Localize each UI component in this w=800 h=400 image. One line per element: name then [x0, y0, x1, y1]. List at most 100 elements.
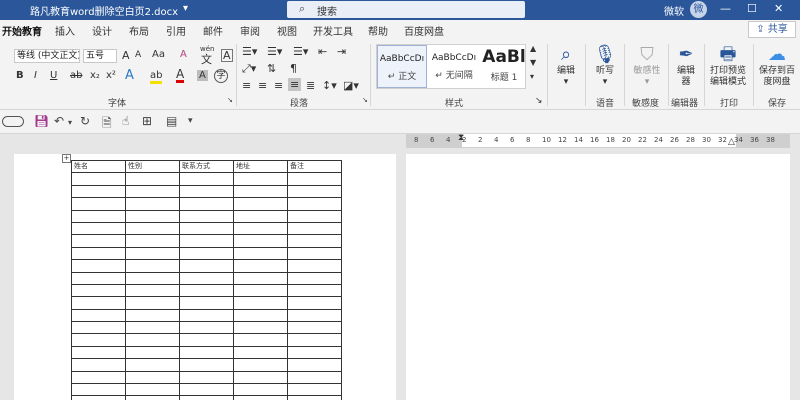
table-cell[interactable]	[179, 209, 234, 223]
subscript-button[interactable]: x₂	[90, 70, 100, 81]
table-cell[interactable]	[125, 172, 180, 186]
table-cell[interactable]	[125, 383, 180, 397]
table-cell[interactable]	[71, 321, 126, 335]
shrink-font-button[interactable]: A	[135, 50, 141, 60]
bold-button[interactable]: B	[16, 70, 24, 81]
table-cell[interactable]	[71, 172, 126, 186]
multilevel-list-button[interactable]: ☰▾	[293, 45, 308, 58]
avatar[interactable]: 微	[690, 1, 707, 18]
table-header-cell[interactable]: 备注	[287, 159, 342, 174]
table-move-handle-icon[interactable]: +	[62, 154, 71, 163]
table-cell[interactable]	[287, 358, 342, 372]
table-cell[interactable]	[125, 271, 180, 285]
table-cell[interactable]	[287, 395, 342, 400]
user-name[interactable]: 微软	[664, 3, 684, 18]
table-cell[interactable]	[179, 296, 234, 310]
char-shading-button[interactable]: A	[197, 70, 208, 81]
table-cell[interactable]	[125, 221, 180, 236]
underline-button[interactable]: U	[50, 70, 57, 81]
table-cell[interactable]	[233, 296, 288, 310]
table-cell[interactable]	[287, 197, 342, 211]
table-cell[interactable]	[287, 271, 342, 285]
table-cell[interactable]	[287, 209, 342, 223]
table-cell[interactable]	[71, 296, 126, 310]
table-cell[interactable]	[179, 234, 234, 248]
font-size-select[interactable]: 五号	[83, 49, 117, 63]
table-cell[interactable]	[287, 221, 342, 236]
text-box-icon[interactable]: ▤	[166, 114, 177, 128]
table-header-cell[interactable]: 姓名	[71, 159, 126, 174]
table-cell[interactable]	[233, 283, 288, 298]
font-name-select[interactable]: 等线 (中文正文)	[14, 49, 80, 63]
table-cell[interactable]	[233, 184, 288, 199]
table-cell[interactable]	[71, 209, 126, 223]
table-cell[interactable]	[287, 370, 342, 385]
sensitivity-button[interactable]: ⛉ 敏感性 ▾	[630, 44, 664, 88]
table-cell[interactable]	[71, 184, 126, 199]
chinese-layout-button[interactable]: ⤢▾	[242, 62, 256, 76]
table-cell[interactable]	[287, 296, 342, 310]
style-no-spacing[interactable]: AaBbCcDı ↵ 无间隔	[429, 45, 479, 88]
font-dialog-launcher-icon[interactable]: ↘	[227, 96, 233, 104]
table-cell[interactable]	[125, 234, 180, 248]
styles-dialog-launcher-icon[interactable]: ↘	[535, 96, 543, 106]
shading-button[interactable]: ◪▾	[343, 79, 359, 92]
table-cell[interactable]	[287, 172, 342, 186]
table-cell[interactable]	[179, 345, 234, 360]
align-right-button[interactable]: ≡	[274, 79, 283, 92]
table-cell[interactable]	[287, 308, 342, 323]
sort-button[interactable]: ⇅	[267, 62, 276, 75]
highlight-button[interactable]: ab	[150, 70, 163, 84]
styles-scroll-up-icon[interactable]: ▲	[530, 44, 536, 53]
table-cell[interactable]	[179, 172, 234, 186]
table-cell[interactable]	[233, 308, 288, 323]
table-cell[interactable]	[179, 271, 234, 285]
change-case-button[interactable]: Aa	[152, 49, 165, 60]
numbering-button[interactable]: ☰▾	[267, 45, 282, 58]
table-cell[interactable]	[71, 358, 126, 372]
table-cell[interactable]	[71, 259, 126, 273]
paragraph-dialog-launcher-icon[interactable]: ↘	[362, 96, 368, 104]
table-cell[interactable]	[179, 321, 234, 335]
table-cell[interactable]	[71, 234, 126, 248]
table-cell[interactable]	[71, 308, 126, 323]
table-cell[interactable]	[125, 209, 180, 223]
table-cell[interactable]	[125, 296, 180, 310]
table-cell[interactable]	[233, 321, 288, 335]
table-header-cell[interactable]: 性别	[125, 159, 180, 174]
print-preview-quick-icon[interactable]: 🗎	[102, 114, 112, 135]
tab-help[interactable]: 帮助	[368, 23, 388, 38]
table-cell[interactable]	[179, 395, 234, 400]
show-marks-button[interactable]: ¶	[290, 62, 297, 75]
table-cell[interactable]	[287, 321, 342, 335]
increase-indent-button[interactable]: ⇥	[337, 45, 346, 58]
table-cell[interactable]	[179, 197, 234, 211]
search-box[interactable]: ⌕ 搜索	[287, 1, 525, 18]
styles-scroll-down-icon[interactable]: ▼	[530, 58, 536, 67]
horizontal-ruler[interactable]: 8 6 4 2 2 4 6 8 10 12 14 16 18 20 22 24 26 28 30 32 34 36 38 ⧗…	[406, 133, 790, 148]
tab-developer[interactable]: 开发工具	[313, 23, 353, 38]
table-cell[interactable]	[287, 234, 342, 248]
table-cell[interactable]	[233, 383, 288, 397]
table-cell[interactable]	[125, 184, 180, 199]
tab-references[interactable]: 引用	[166, 23, 186, 38]
document-table[interactable]: 姓名 性别 联系方式 地址 备注	[71, 159, 342, 400]
table-draw-icon[interactable]: ⊞	[142, 114, 152, 128]
italic-button[interactable]: I	[34, 70, 37, 81]
table-cell[interactable]	[233, 333, 288, 347]
table-cell[interactable]	[233, 172, 288, 186]
style-heading-1[interactable]: AaBl 标题 1	[481, 45, 527, 88]
table-cell[interactable]	[71, 370, 126, 385]
tab-insert[interactable]: 插入	[55, 23, 75, 38]
styles-more-icon[interactable]: ▾	[530, 72, 534, 81]
share-button[interactable]: ⇪ 共享	[748, 21, 796, 38]
edit-button[interactable]: ⌕ 编辑 ▾	[552, 44, 580, 88]
table-header-cell[interactable]: 地址	[233, 159, 288, 174]
table-cell[interactable]	[233, 271, 288, 285]
pinyin-guide-button[interactable]: 文	[201, 51, 212, 67]
enclose-char-button[interactable]: 字	[214, 69, 228, 83]
table-cell[interactable]	[233, 358, 288, 372]
table-cell[interactable]	[287, 283, 342, 298]
strikethrough-button[interactable]: ab	[70, 70, 82, 81]
table-cell[interactable]	[179, 184, 234, 199]
